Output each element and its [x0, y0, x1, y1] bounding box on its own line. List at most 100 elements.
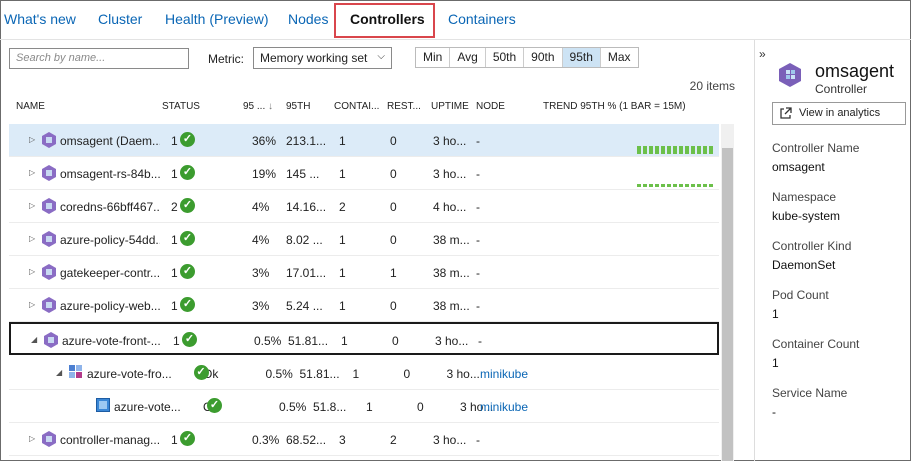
table-row[interactable]: azure-vote...Ok0.5%51.8...103 ho...minik…	[9, 390, 719, 423]
trend-bar	[655, 184, 659, 187]
trend-bar	[709, 184, 713, 187]
column-header-restarts[interactable]: REST...	[387, 101, 421, 112]
collapse-panel-icon[interactable]: »	[759, 47, 766, 61]
table-scrollbar-thumb[interactable]	[722, 148, 733, 461]
uptime-value: 3 ho...	[433, 433, 467, 447]
column-header-name[interactable]: NAME	[16, 101, 45, 112]
table-row[interactable]: ▷ omsagent-rs-84b... 1 19% 145 ... 1 0 3 ho... -…	[9, 157, 719, 190]
node-name: -	[476, 433, 480, 447]
trend-bar	[667, 146, 671, 154]
expand-arrow-icon[interactable]: ▷	[29, 201, 35, 210]
expand-arrow-icon[interactable]: ◢	[56, 368, 62, 377]
field-label-service-name: Service Name	[772, 386, 848, 400]
percentile-50th-button[interactable]: 50th	[486, 48, 525, 67]
container-count: 2	[339, 200, 346, 214]
tab-cluster[interactable]: Cluster	[98, 11, 142, 27]
metric-dropdown[interactable]: Memory working set ⌵	[253, 47, 392, 69]
uptime-value: 3 ho...	[433, 167, 467, 181]
tab-nodes[interactable]: Nodes	[288, 11, 328, 27]
field-label-pod-count: Pod Count	[772, 288, 829, 302]
tab-health[interactable]: Health (Preview)	[165, 11, 268, 27]
table-row[interactable]: ◢ azure-vote-front-... 1 0.5% 51.81... 1 0 3 ho…	[9, 322, 719, 355]
table-row[interactable]: ▷ azure-policy-54dd... 1 4% 8.02 ... 1 0 38 m..…	[9, 223, 719, 256]
column-header-status[interactable]: STATUS	[162, 101, 200, 112]
field-value-container-count: 1	[772, 356, 779, 370]
pod-icon	[42, 297, 56, 313]
trend-bar	[703, 184, 707, 187]
table-row[interactable]: ▷ controller-manag... 1 0.3% 68.52... 3 2 3 ho.…	[9, 423, 719, 456]
expand-arrow-icon[interactable]: ▷	[29, 434, 35, 443]
node-name[interactable]: minikube	[480, 367, 540, 381]
trend-bar	[691, 184, 695, 187]
percentile-min-button[interactable]: Min	[416, 48, 451, 67]
container-count: 1	[339, 167, 346, 181]
pod-icon	[42, 165, 56, 181]
expand-arrow-icon[interactable]: ▷	[29, 300, 35, 309]
controller-name: gatekeeper-contr...	[60, 266, 160, 280]
trend-bar	[637, 146, 641, 154]
field-label-container-count: Container Count	[772, 337, 860, 351]
percent-value: 3%	[252, 299, 270, 313]
metric-value: 213.1...	[286, 134, 327, 148]
expand-arrow-icon[interactable]: ▷	[29, 267, 35, 276]
item-count: 20 items	[689, 79, 735, 93]
controller-name: azure-vote...	[114, 400, 181, 414]
check-circle-icon: ✓	[193, 365, 209, 380]
controller-name: azure-vote-front-...	[62, 334, 161, 348]
pod-icon	[42, 431, 56, 447]
column-header-trend[interactable]: TREND 95TH % (1 BAR = 15M)	[543, 101, 686, 112]
trend-bar	[643, 184, 647, 187]
table-row[interactable]: ▷ gatekeeper-contr... 1 3% 17.01... 1 1 38 m...…	[9, 256, 719, 289]
controller-name: coredns-66bff467...	[60, 200, 160, 214]
table-row[interactable]: ▷ coredns-66bff467... 2 4% 14.16... 2 0 4 ho...…	[9, 190, 719, 223]
table-row[interactable]: ▷ omsagent (Daem... 1 36% 213.1... 1 0 3 ho... -…	[9, 124, 719, 157]
field-value-service-name: -	[772, 405, 776, 419]
column-header-95th[interactable]: 95TH	[286, 101, 310, 112]
table-row[interactable]: ◢ azure-vote-fro... Ok 0.5% 51.81... 1 0 3 ho..…	[9, 357, 719, 390]
trend-bar	[655, 146, 659, 154]
column-header-95-percent[interactable]: 95 ...	[243, 101, 265, 112]
field-label-namespace: Namespace	[772, 190, 837, 204]
node-name[interactable]: minikube	[480, 400, 540, 414]
trend-bar	[685, 184, 689, 187]
expand-arrow-icon[interactable]: ▷	[29, 168, 35, 177]
active-tab-highlight-box	[334, 3, 435, 38]
trend-bar	[679, 184, 683, 187]
tab-whats-new[interactable]: What's new	[4, 11, 76, 27]
panel-title: omsagent	[815, 61, 895, 81]
percentile-avg-button[interactable]: Avg	[450, 48, 486, 67]
view-in-analytics-button[interactable]: View in analytics	[772, 102, 906, 125]
percentile-90th-button[interactable]: 90th	[524, 48, 563, 67]
trend-bar	[673, 146, 677, 154]
view-in-analytics-label: View in analytics	[799, 107, 881, 119]
field-value-namespace: kube-system	[772, 209, 841, 223]
restart-count: 2	[390, 433, 397, 447]
expand-arrow-icon[interactable]: ▷	[29, 234, 35, 243]
column-header-node[interactable]: NODE	[476, 101, 505, 112]
metric-value: Memory working set	[260, 51, 368, 65]
tab-containers[interactable]: Containers	[448, 11, 516, 27]
expand-arrow-icon[interactable]: ▷	[29, 135, 35, 144]
container-count: 1	[339, 266, 346, 280]
metric-value: 68.52...	[286, 433, 327, 447]
replicaset-icon	[69, 365, 83, 381]
trend-bar	[679, 146, 683, 154]
column-header-uptime[interactable]: UPTIME	[431, 101, 469, 112]
column-header-containers[interactable]: CONTAI...	[334, 101, 379, 112]
check-circle-icon: ✓	[207, 398, 222, 413]
controller-name: controller-manag...	[60, 433, 160, 447]
percentile-max-button[interactable]: Max	[601, 48, 638, 67]
node-name: -	[476, 233, 480, 247]
search-input[interactable]: Search by name...	[9, 48, 189, 69]
metric-value: 5.24 ...	[286, 299, 323, 313]
uptime-value: 4 ho...	[433, 200, 467, 214]
trend-bar	[697, 146, 701, 154]
restart-count: 0	[403, 367, 411, 381]
table-row[interactable]: ▷ azure-policy-web... 1 3% 5.24 ... 1 0 38 m...…	[9, 289, 719, 322]
expand-arrow-icon[interactable]: ◢	[31, 335, 37, 344]
container-count: 1	[339, 233, 346, 247]
uptime-value: 38 m...	[433, 266, 470, 280]
percentile-95th-button[interactable]: 95th	[562, 48, 601, 67]
container-count: 3	[339, 433, 346, 447]
trend-sparkline	[637, 178, 715, 187]
